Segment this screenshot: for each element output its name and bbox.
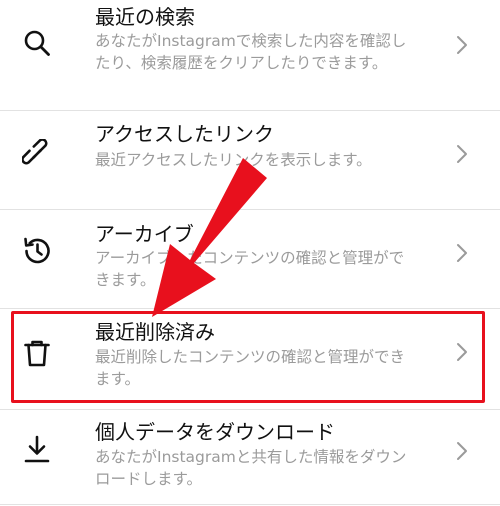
menu-item-recent-searches[interactable]: 最近の検索 あなたがInstagramで検索した内容を確認したり、検索履歴をクリ… — [0, 0, 500, 110]
menu-item-title: アクセスしたリンク — [95, 122, 274, 146]
menu-item-description: 最近削除したコンテンツの確認と管理ができます。 — [95, 348, 406, 388]
menu-item-recently-deleted[interactable]: 最近削除済み 最近削除したコンテンツの確認と管理ができます。 — [0, 309, 500, 409]
menu-item-title: 最近削除済み — [95, 320, 215, 344]
chevron-right-icon — [455, 242, 469, 264]
menu-item-description: あなたがInstagramで検索した内容を確認したり、検索履歴をクリアしたりでき… — [95, 32, 407, 72]
menu-item-title: 個人データをダウンロード — [95, 420, 335, 444]
chevron-right-icon — [455, 143, 469, 165]
menu-item-archive[interactable]: アーカイブ アーカイブしたコンテンツの確認と管理ができます。 — [0, 210, 500, 308]
menu-item-title: アーカイブ — [95, 222, 194, 246]
menu-item-description: 最近アクセスしたリンクを表示します。 — [95, 151, 372, 169]
menu-item-visited-links[interactable]: アクセスしたリンク 最近アクセスしたリンクを表示します。 — [0, 111, 500, 209]
menu-item-title: 最近の検索 — [95, 5, 195, 29]
history-icon — [22, 236, 52, 266]
chevron-right-icon — [455, 34, 469, 56]
menu-list: 最近の検索 あなたがInstagramで検索した内容を確認したり、検索履歴をクリ… — [0, 0, 500, 506]
download-icon — [22, 434, 52, 464]
menu-item-description: あなたがInstagramと共有した情報をダウンロードします。 — [95, 448, 407, 488]
menu-item-description: アーカイブしたコンテンツの確認と管理ができます。 — [95, 249, 405, 289]
menu-item-download-data[interactable]: 個人データをダウンロード あなたがInstagramと共有した情報をダウンロード… — [0, 410, 500, 506]
chevron-right-icon — [455, 440, 469, 462]
link-icon — [22, 139, 52, 169]
trash-icon — [22, 338, 52, 368]
chevron-right-icon — [455, 341, 469, 363]
divider — [0, 504, 500, 505]
search-icon — [22, 28, 52, 58]
